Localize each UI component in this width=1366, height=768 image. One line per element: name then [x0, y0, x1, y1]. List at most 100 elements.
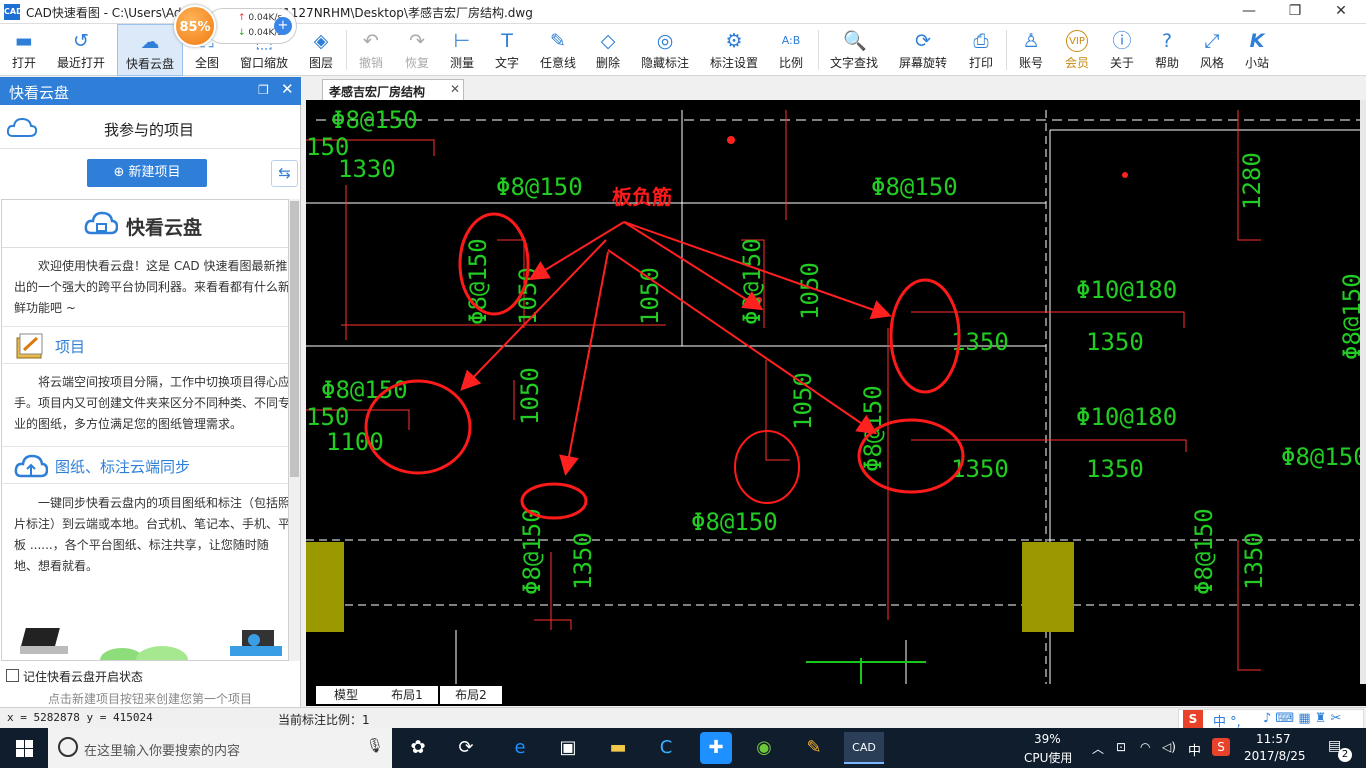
scale-button[interactable]: A:B 比例 — [770, 24, 812, 76]
measure-button[interactable]: ⊢ 测量 — [441, 24, 483, 76]
clock-date[interactable]: 2017/8/25 — [1244, 749, 1306, 763]
network-speed-widget[interactable]: ↑ 0.04K/s ↓ 0.04K/s + — [205, 8, 297, 44]
close-button[interactable]: ✕ — [1318, 0, 1364, 24]
cad-viewer-taskbar-icon[interactable]: CAD — [844, 732, 884, 764]
ruler-icon: ⊢ — [453, 30, 471, 52]
app-c-icon[interactable]: C — [650, 732, 682, 764]
start-button[interactable] — [0, 728, 48, 768]
open-button[interactable]: ▬ 打开 — [2, 24, 46, 76]
cad-text: 1350 — [1086, 328, 1144, 356]
cad-text: 1330 — [338, 155, 396, 183]
annotation-circle[interactable] — [734, 430, 800, 504]
text-search-button[interactable]: 🔍 文字查找 — [825, 24, 883, 76]
new-project-button[interactable]: ⊕ 新建项目 — [87, 159, 207, 187]
hide-annotation-button[interactable]: ◎ 隐藏标注 — [636, 24, 694, 76]
sogou-tray-icon[interactable]: S — [1212, 738, 1230, 756]
cad-text: Φ8@150 — [738, 238, 766, 325]
canvas-scrollbar[interactable] — [1360, 100, 1366, 684]
cad-text: Φ10@180 — [1076, 276, 1177, 304]
file-explorer-icon[interactable]: ▬ — [602, 732, 634, 764]
store-icon[interactable]: ▣ — [552, 732, 584, 764]
redo-button[interactable]: ↷ 恢复 — [396, 24, 438, 76]
panel-restore-icon[interactable]: ❐ — [258, 83, 269, 97]
annotation-label[interactable]: 板负筋 — [612, 185, 672, 209]
redo-icon: ↷ — [409, 30, 425, 52]
undo-icon: ↶ — [363, 30, 379, 52]
cad-text: Φ8@150 — [871, 173, 958, 201]
remember-label: 记住快看云盘开启状态 — [23, 670, 144, 684]
ime-toolbar[interactable]: S 中 °, ♪ ⌨ ▦ ♜ ✂ — [1178, 709, 1364, 730]
volume-icon[interactable]: ◁) — [1162, 740, 1176, 754]
app-plus-icon[interactable]: ✚ — [700, 732, 732, 764]
account-button[interactable]: ♙ 账号 — [1010, 24, 1052, 76]
vip-button[interactable]: VIP 会员 — [1056, 24, 1098, 76]
tab-layout2[interactable]: 布局2 — [440, 686, 502, 704]
panel-header: 快看云盘 ❐ ✕ — [0, 77, 301, 105]
about-button[interactable]: ⓘ 关于 — [1101, 24, 1143, 76]
section-sync-text: 一键同步快看云盘内的项目图纸和标注（包括照片标注）到云端或本地。台式机、笔记本、… — [14, 496, 289, 573]
annotation-circle[interactable] — [520, 482, 588, 520]
text-button[interactable]: T 文字 — [486, 24, 528, 76]
tab-model[interactable]: 模型 — [316, 686, 376, 704]
annotation-settings-button[interactable]: ⚙ 标注设置 — [705, 24, 763, 76]
app-spiral-icon[interactable]: ⟳ — [450, 732, 482, 764]
layers-button[interactable]: ◈ 图层 — [300, 24, 342, 76]
ime-indicator[interactable]: 中 — [1188, 740, 1201, 759]
screen-rotate-button[interactable]: ⟳ 屏幕旋转 — [894, 24, 952, 76]
help-button[interactable]: ? 帮助 — [1146, 24, 1188, 76]
panel-title: 快看云盘 — [9, 84, 70, 102]
tab-layout1[interactable]: 布局1 — [376, 686, 438, 704]
eye-off-icon: ◎ — [656, 30, 674, 52]
document-tab-close-icon[interactable]: ✕ — [450, 82, 460, 96]
panel-close-icon[interactable]: ✕ — [281, 80, 294, 98]
annotation-circle[interactable] — [889, 278, 961, 394]
panel-scrollbar-thumb[interactable] — [290, 201, 299, 477]
wifi-icon[interactable]: ◠ — [1140, 740, 1150, 754]
document-tab[interactable]: 孝感吉宏厂房结构 ✕ — [322, 79, 464, 100]
welcome-content: 快看云盘 欢迎使用快看云盘！这是 CAD 快速看图最新推出的一个强大的跨平台协同… — [1, 199, 289, 661]
cloud-disk-panel: 快看云盘 ❐ ✕ 我参与的项目 ⊕ 新建项目 ⇆ 快看云盘 欢迎使用快看云盘！这… — [0, 77, 301, 707]
cloud-disk-button[interactable]: ☁ 快看云盘 — [117, 24, 183, 76]
annotation-circle[interactable] — [364, 379, 472, 475]
taskbar-search-box[interactable]: 在这里输入你要搜索的内容 🎙 — [48, 728, 392, 768]
undo-button[interactable]: ↶ 撤销 — [350, 24, 392, 76]
notification-count: 2 — [1338, 748, 1352, 762]
recent-button[interactable]: ↺ 最近打开 — [50, 24, 112, 76]
clock-time[interactable]: 11:57 — [1256, 732, 1291, 746]
cad-text: Φ8@150 — [859, 385, 887, 472]
delete-button[interactable]: ◇ 删除 — [587, 24, 629, 76]
task-view-icon[interactable]: ✿ — [402, 732, 434, 764]
speed-plus-button[interactable]: + — [274, 17, 292, 35]
notes-app-icon[interactable]: ✎ — [798, 732, 830, 764]
remember-checkbox[interactable] — [6, 669, 19, 682]
freeline-button[interactable]: ✎ 任意线 — [534, 24, 582, 76]
cad-text: Φ8@150 — [691, 508, 778, 536]
network-tray-icon[interactable]: ⊡ — [1116, 740, 1126, 754]
ime-tools-icon[interactable]: ♪ ⌨ ▦ ♜ ✂ — [1263, 711, 1341, 726]
cad-drawing-canvas[interactable]: Φ8@150 150 1330 Φ8@150 Φ8@150 1280 Φ8@15… — [306, 100, 1360, 684]
folder-icon: ▬ — [15, 30, 33, 52]
memory-usage-ball[interactable]: 85% — [174, 5, 216, 47]
print-button[interactable]: ⎙ 打印 — [960, 24, 1002, 76]
style-button[interactable]: ⤢ 风格 — [1191, 24, 1233, 76]
toolbar-separator — [346, 30, 347, 70]
windows-taskbar: 在这里输入你要搜索的内容 🎙 ✿ ⟳ e ▣ ▬ C ✚ ◉ ✎ CAD 39%… — [0, 728, 1366, 768]
cad-text: Φ8@150 — [1281, 443, 1360, 471]
devices-illustration — [20, 628, 282, 660]
app-green-icon[interactable]: ◉ — [748, 732, 780, 764]
text-search-icon: 🔍 — [843, 30, 867, 52]
sogou-logo-icon: S — [1183, 710, 1203, 728]
restore-button[interactable]: ❐ — [1272, 0, 1318, 24]
remember-state-row[interactable]: 记住快看云盘开启状态 — [0, 666, 300, 686]
edge-browser-icon[interactable]: e — [504, 732, 536, 764]
user-icon: ♙ — [1022, 30, 1040, 52]
microphone-icon[interactable]: 🎙 — [366, 738, 384, 754]
sync-button[interactable]: ⇆ — [271, 160, 298, 187]
cad-drawing: Φ8@150 150 1330 Φ8@150 Φ8@150 1280 Φ8@15… — [306, 106, 1360, 684]
cpu-label: CPU使用 — [1024, 751, 1073, 765]
tray-chevron-icon[interactable]: ︿ — [1092, 740, 1104, 757]
cad-text: Φ8@150 — [1338, 273, 1360, 360]
minimize-button[interactable]: — — [1226, 0, 1272, 24]
site-button[interactable]: K 小站 — [1236, 24, 1278, 76]
my-projects-row: 我参与的项目 — [0, 105, 300, 149]
